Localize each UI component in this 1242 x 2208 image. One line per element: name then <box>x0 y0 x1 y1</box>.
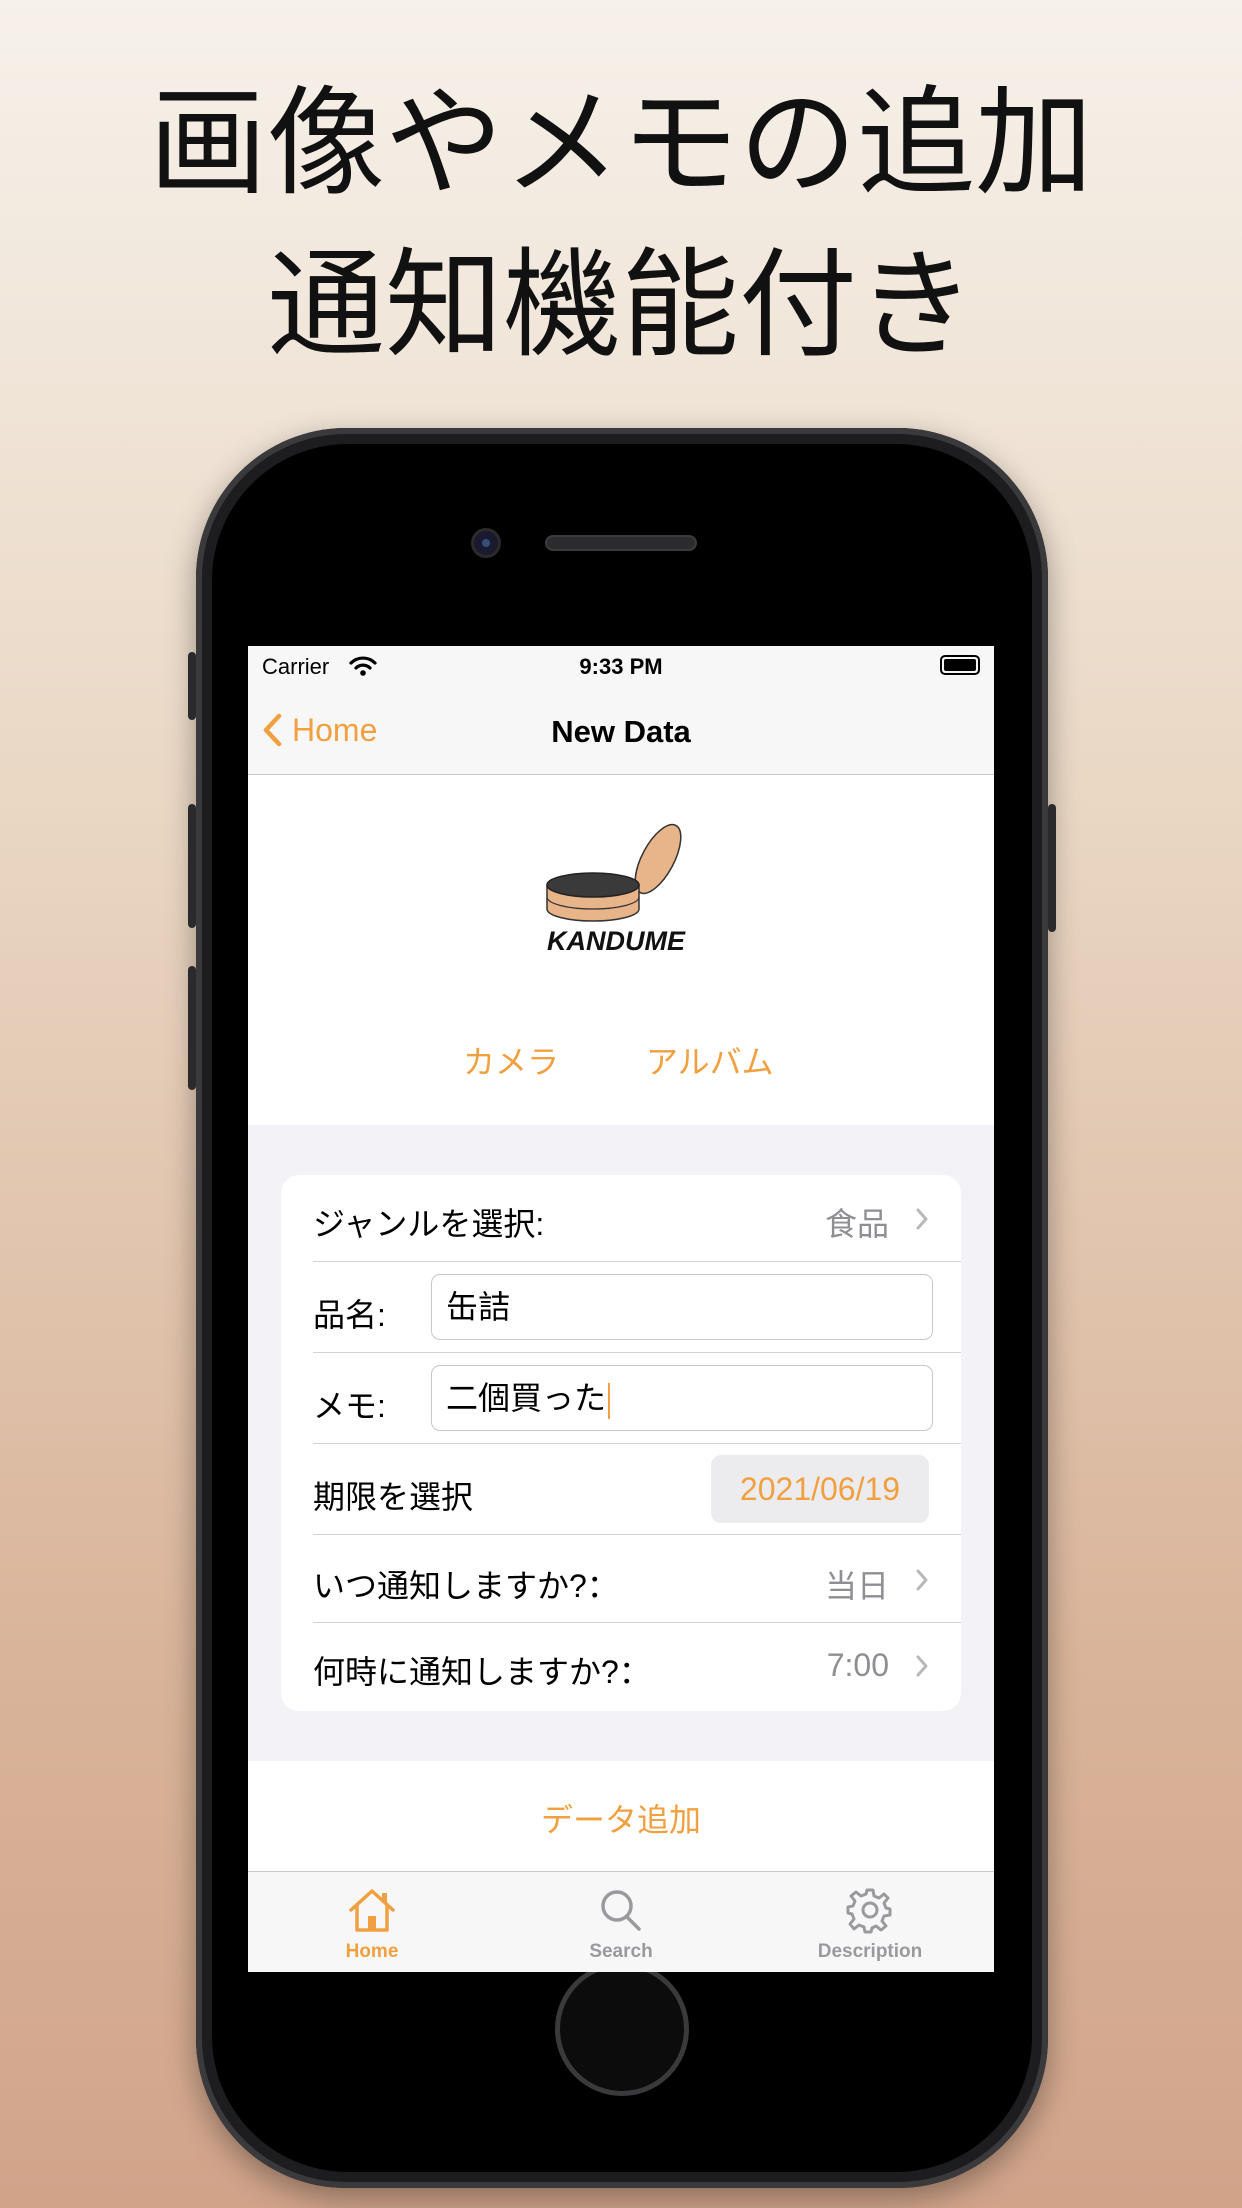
battery-icon <box>940 655 980 675</box>
name-row: 品名: 缶詰 <box>281 1262 961 1353</box>
memo-label: メモ: <box>313 1388 386 1424</box>
genre-value: 食品 <box>824 1206 889 1242</box>
tab-home[interactable]: Home <box>248 1886 496 1963</box>
power-button <box>1048 804 1056 932</box>
notify-time-value: 7:00 <box>826 1647 889 1683</box>
chevron-right-icon <box>916 1655 928 1677</box>
volume-down-button <box>188 966 196 1090</box>
kandume-logo: KANDUME <box>541 817 701 962</box>
logo-text: KANDUME <box>547 926 686 956</box>
image-section: KANDUME カメラ アルバム <box>248 775 994 1125</box>
genre-label: ジャンルを選択: <box>313 1206 545 1242</box>
expiry-date-picker[interactable]: 2021/06/19 <box>711 1455 929 1523</box>
tab-bar: Home Search Description <box>248 1871 994 1972</box>
magnifier-icon <box>601 1890 641 1931</box>
headline-line-1: 画像やメモの追加 <box>148 74 1093 212</box>
notify-time-row[interactable]: 何時に通知しますか?： 7:00 <box>281 1623 961 1711</box>
tab-home-label: Home <box>345 1941 399 1962</box>
tab-search-label: Search <box>589 1941 653 1962</box>
headline-line-2: 通知機能付き <box>266 236 975 374</box>
gear-icon <box>846 1888 892 1934</box>
status-time: 9:33 PM <box>579 654 663 679</box>
house-icon <box>349 1889 395 1932</box>
notify-time-label: 何時に通知しますか?： <box>313 1654 651 1690</box>
chevron-right-icon <box>916 1569 928 1591</box>
navigation-bar: Home New Data <box>248 688 994 775</box>
expiry-label: 期限を選択 <box>313 1479 474 1515</box>
earpiece-speaker <box>545 535 697 551</box>
tab-description-label: Description <box>817 1941 923 1962</box>
expiry-row: 期限を選択 2021/06/19 <box>281 1444 961 1535</box>
memo-field[interactable]: 二個買った <box>431 1365 933 1431</box>
add-data-section: データ追加 <box>248 1761 994 1871</box>
memo-field-text: 二個買った <box>446 1380 607 1416</box>
status-bar: Carrier 9:33 PM <box>248 646 994 688</box>
tab-search[interactable]: Search <box>497 1886 745 1963</box>
home-hardware-button[interactable] <box>555 1962 689 2096</box>
notify-when-value: 当日 <box>824 1568 889 1604</box>
front-camera <box>471 528 501 558</box>
album-button[interactable]: アルバム <box>646 1037 774 1083</box>
notify-when-label: いつ通知しますか?： <box>313 1568 619 1604</box>
memo-row: メモ: 二個買った <box>281 1353 961 1444</box>
name-label: 品名: <box>313 1297 386 1333</box>
camera-button[interactable]: カメラ <box>463 1037 559 1083</box>
add-data-button[interactable]: データ追加 <box>248 1795 994 1841</box>
text-cursor <box>608 1382 611 1419</box>
genre-row[interactable]: ジャンルを選択: 食品 <box>281 1175 961 1262</box>
page-title: New Data <box>551 714 691 749</box>
tab-description[interactable]: Description <box>746 1886 994 1963</box>
notify-when-row[interactable]: いつ通知しますか?： 当日 <box>281 1535 961 1623</box>
chevron-right-icon <box>916 1208 928 1230</box>
form-card: ジャンルを選択: 食品 品名: 缶詰 メモ: 二個買った 期限を選択 2021/… <box>281 1175 961 1711</box>
volume-up-button <box>188 804 196 928</box>
app-screen: Carrier 9:33 PM Home New Data KANDUME カメ… <box>248 646 994 1972</box>
name-field[interactable]: 缶詰 <box>431 1274 933 1340</box>
mute-switch <box>188 652 196 720</box>
